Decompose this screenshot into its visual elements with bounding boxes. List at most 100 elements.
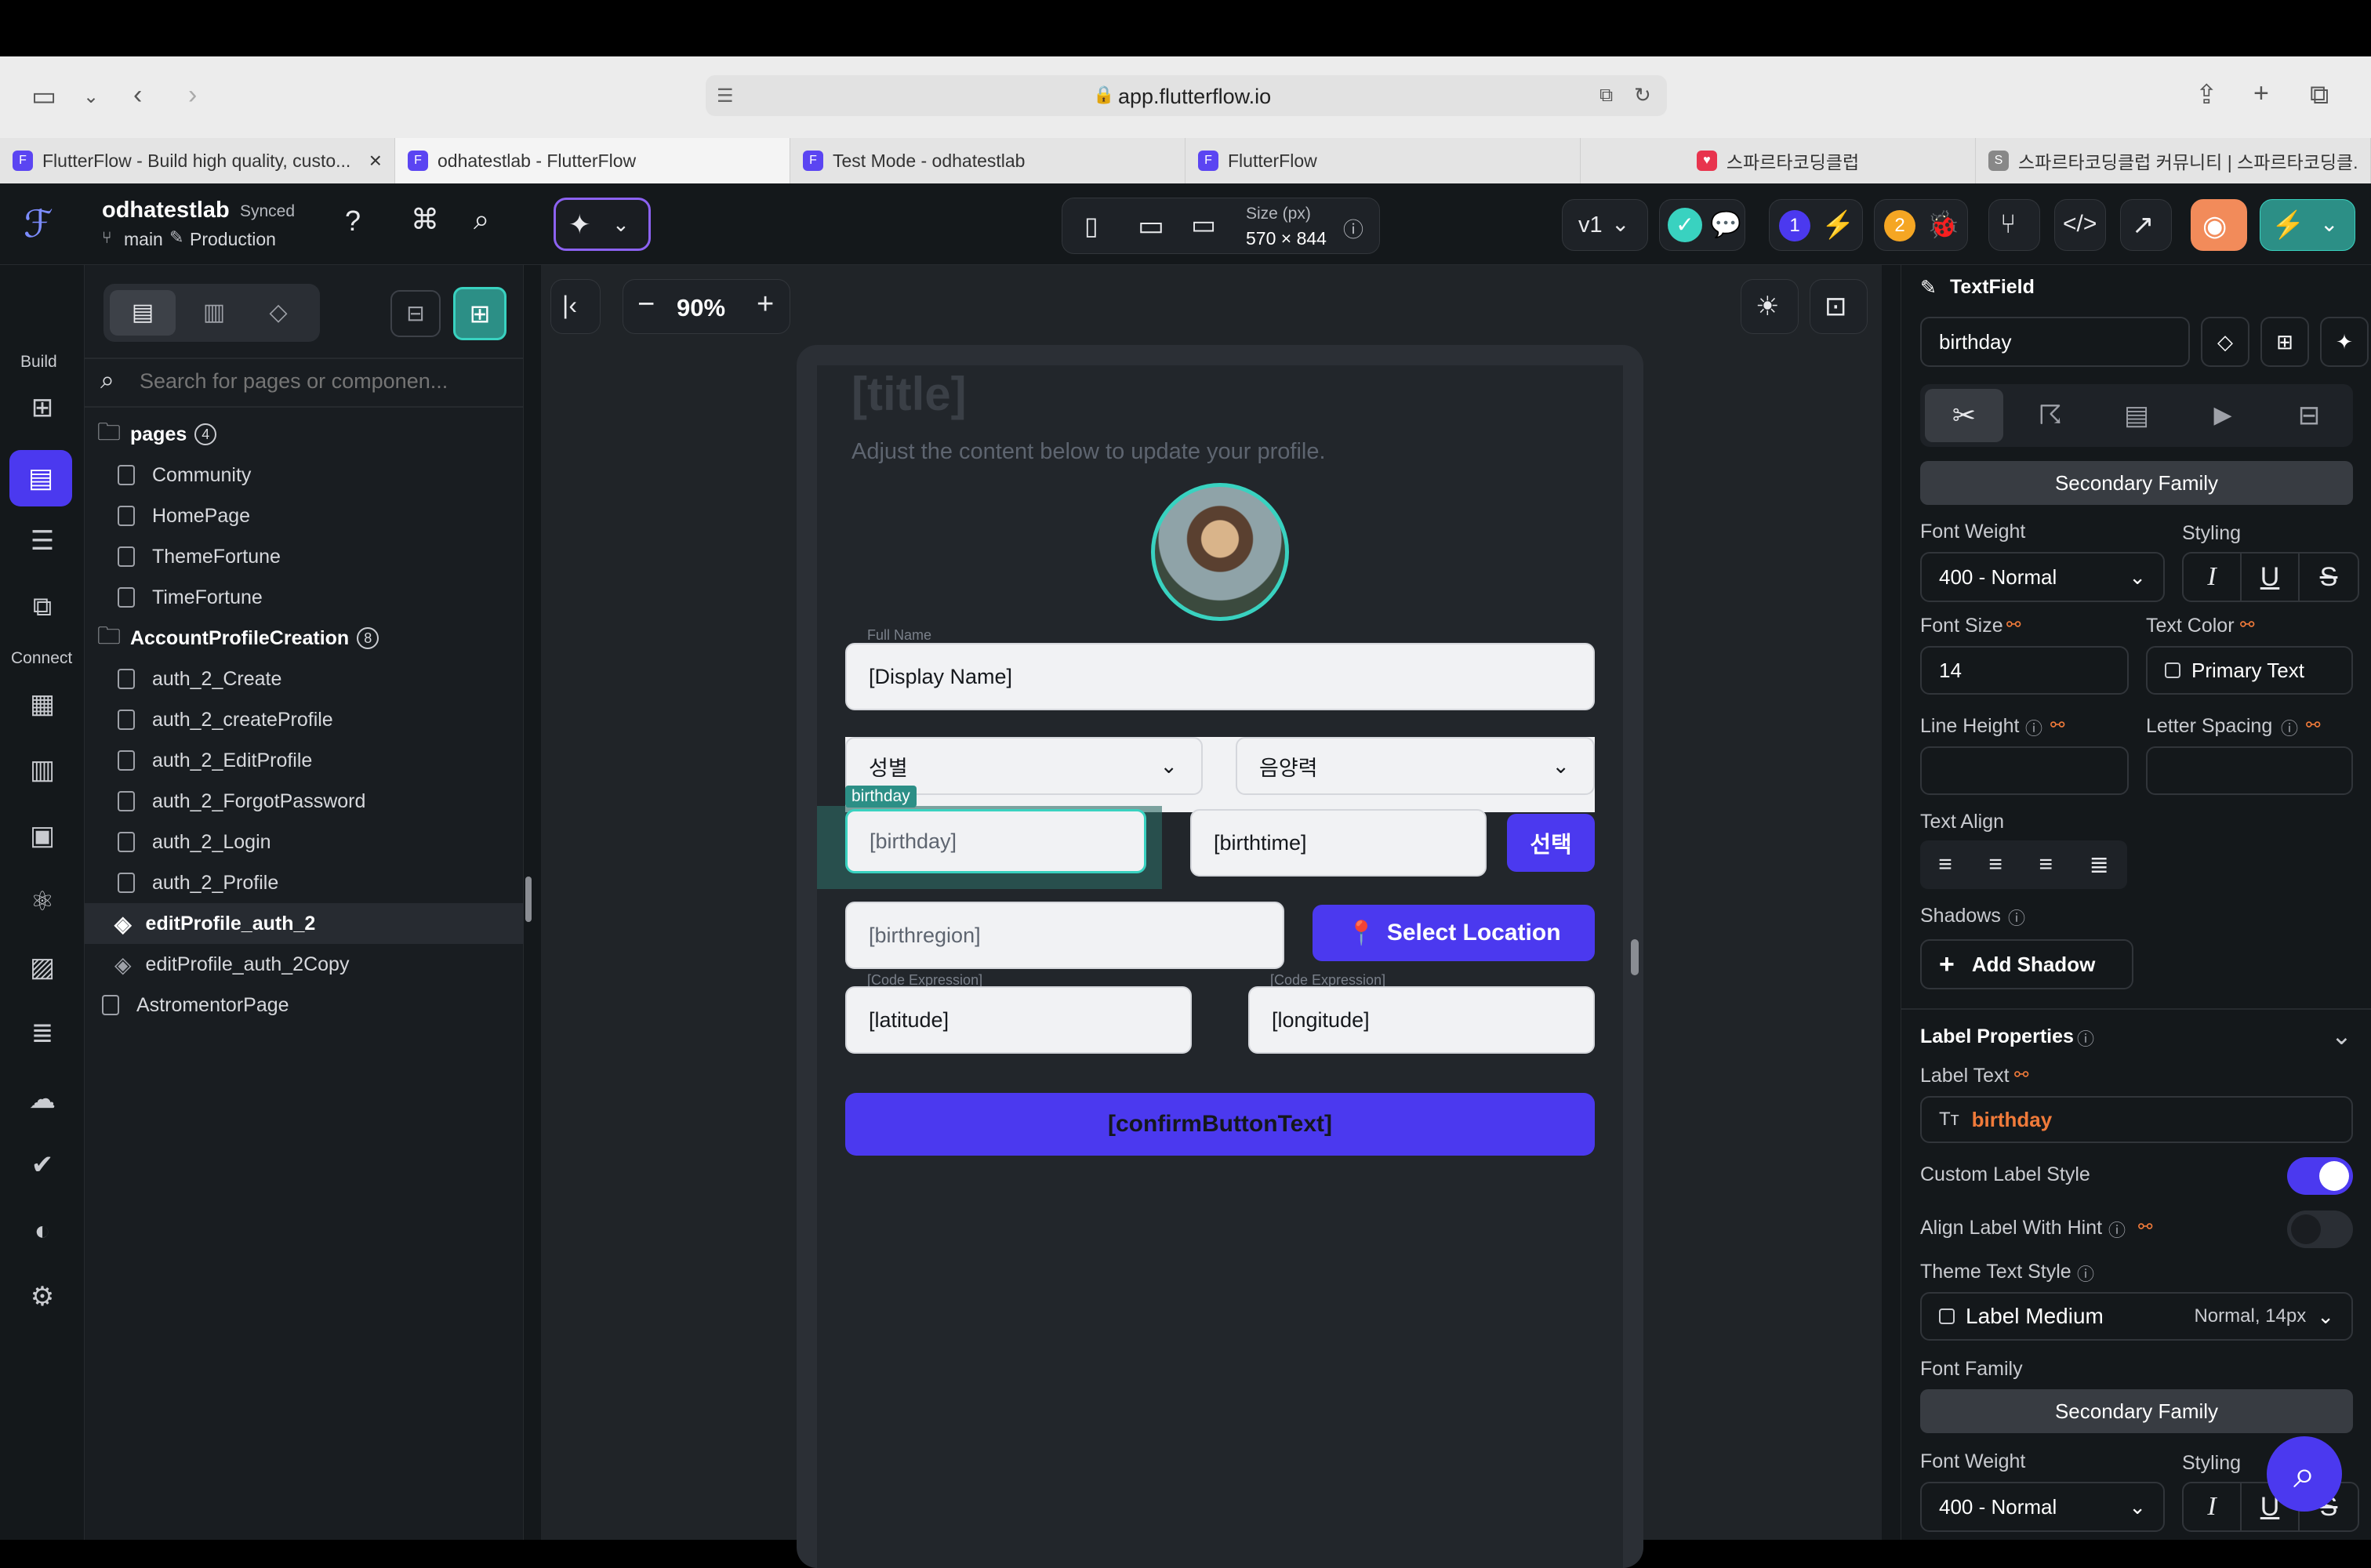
info-icon[interactable]: ⓘ <box>1343 214 1363 243</box>
birthtime-field[interactable]: [birthtime] <box>1190 809 1487 877</box>
page-settings-icon[interactable]: ☰ <box>717 85 734 107</box>
badge-one[interactable]: 1 <box>1779 210 1810 241</box>
align-left-icon[interactable]: ≡ <box>1938 851 1952 878</box>
pages-folder[interactable]: 🗀 pages 4 <box>85 414 524 455</box>
page-item[interactable]: AstromentorPage <box>85 985 524 1025</box>
preview-button[interactable]: ◉ <box>2191 199 2247 251</box>
flutterflow-logo-icon[interactable]: ℱ <box>24 202 53 246</box>
close-tab-icon[interactable]: × <box>369 148 382 173</box>
chevron-down-icon[interactable]: ⌄ <box>2331 1021 2352 1051</box>
search-icon[interactable]: ⌕ <box>474 205 489 234</box>
variable-icon[interactable]: ⚯ <box>2050 715 2064 735</box>
widget-tree-icon[interactable]: ☰ <box>24 522 61 560</box>
page-item[interactable]: HomePage <box>85 495 524 536</box>
align-label-hint-toggle[interactable] <box>2287 1210 2353 1248</box>
code-button[interactable]: </> <box>2054 199 2106 251</box>
page-search-input[interactable] <box>140 362 508 400</box>
variable-icon[interactable]: ⚯ <box>2014 1065 2028 1085</box>
firestore-icon[interactable]: ▦ <box>24 685 61 723</box>
confirm-button[interactable]: [confirmButtonText] <box>845 1093 1595 1156</box>
logs-icon[interactable]: ≣ <box>24 1014 61 1052</box>
settings-icon[interactable]: ⚙ <box>24 1278 61 1316</box>
select-location-button[interactable]: 📍 Select Location <box>1313 905 1595 961</box>
page-item[interactable]: auth_2_Profile <box>85 862 524 903</box>
comments-icon[interactable]: 💬 <box>1710 209 1741 239</box>
browser-tab[interactable]: F FlutterFlow - Build high quality, cust… <box>0 138 395 183</box>
zoom-in-icon[interactable]: + <box>757 288 774 321</box>
media-assets-icon[interactable]: ▨ <box>24 949 61 986</box>
back-icon[interactable]: ‹ <box>133 82 142 108</box>
longitude-field[interactable]: [longitude] <box>1248 986 1595 1054</box>
components-tab-icon[interactable]: ▥ <box>187 290 241 336</box>
pages-tab-icon[interactable]: ▤ <box>110 290 176 336</box>
theme-text-style-select[interactable]: Label Medium Normal, 14px ⌄ <box>1920 1292 2353 1341</box>
actions-tab-icon[interactable]: ☈ <box>2011 389 2090 442</box>
italic-icon[interactable]: I <box>2184 1483 2242 1530</box>
desktop-icon[interactable]: ▭ <box>1191 209 1216 241</box>
info-icon[interactable]: ⓘ <box>2008 905 2025 930</box>
notes-tab-icon[interactable]: ⊟ <box>2270 389 2348 442</box>
new-folder-icon[interactable]: ⊟ <box>390 290 441 337</box>
panel-scrollbar[interactable] <box>525 877 532 922</box>
tab-overview-icon[interactable]: ⧉ <box>2310 82 2329 108</box>
browser-tab[interactable]: ♥ 스파르타코딩클럽 <box>1581 138 1976 183</box>
page-item[interactable]: auth_2_Login <box>85 822 524 862</box>
branching-button[interactable]: ⑂ <box>1988 199 2040 251</box>
theme-icon[interactable]: ◐ <box>24 1212 61 1250</box>
add-component-button[interactable]: ⊞ <box>2260 317 2309 367</box>
page-item[interactable]: auth_2_createProfile <box>85 699 524 740</box>
page-item[interactable]: TimeFortune <box>85 577 524 618</box>
data-types-icon[interactable]: ▥ <box>24 751 61 789</box>
page-item[interactable]: ThemeFortune <box>85 536 524 577</box>
cloud-functions-icon[interactable]: ☁ <box>24 1080 61 1118</box>
page-item[interactable]: Community <box>85 455 524 495</box>
info-icon[interactable]: ⓘ <box>2077 1025 2094 1051</box>
custom-code-icon[interactable]: ⚛ <box>24 883 61 920</box>
line-height-input[interactable] <box>1920 746 2129 795</box>
tests-icon[interactable]: ✔ <box>24 1146 61 1184</box>
library-button[interactable]: ◇ <box>2201 317 2249 367</box>
support-search-icon[interactable]: ⌕ <box>2267 1436 2342 1512</box>
storyboard-icon[interactable]: ⧉ <box>24 588 61 626</box>
latitude-field[interactable]: [latitude] <box>845 986 1192 1054</box>
font-family-button-2[interactable]: Secondary Family <box>1920 1389 2353 1433</box>
properties-tab-icon[interactable]: ✂ <box>1925 389 2003 442</box>
font-weight-select-2[interactable]: 400 - Normal ⌄ <box>1920 1482 2165 1532</box>
command-icon[interactable]: ⌘ <box>411 205 439 234</box>
size-value[interactable]: 570 × 844 <box>1246 228 1327 249</box>
info-icon[interactable]: ⓘ <box>2025 715 2042 740</box>
align-right-icon[interactable]: ≡ <box>2039 851 2053 878</box>
account-folder[interactable]: 🗀 AccountProfileCreation 8 <box>85 618 524 659</box>
underline-icon[interactable]: U <box>2242 554 2300 601</box>
pages-icon[interactable]: ▤ <box>9 450 72 506</box>
project-name[interactable]: odhatestlab <box>102 198 230 223</box>
canvas-settings-button[interactable]: ⊡ <box>1810 279 1868 334</box>
app-state-icon[interactable]: ▣ <box>24 817 61 855</box>
variable-icon[interactable]: ⚯ <box>2006 615 2021 635</box>
page-item-selected[interactable]: ◈ editProfile_auth_2 <box>85 903 524 944</box>
branch-name[interactable]: main <box>124 229 163 250</box>
forward-icon[interactable]: › <box>188 82 197 108</box>
add-shadow-button[interactable]: + Add Shadow <box>1920 939 2133 989</box>
page-item[interactable]: auth_2_Create <box>85 659 524 699</box>
strikethrough-icon[interactable]: S <box>2300 554 2358 601</box>
zoom-level[interactable]: 90% <box>677 294 725 322</box>
italic-icon[interactable]: I <box>2184 554 2242 601</box>
select-button[interactable]: 선택 <box>1507 814 1595 872</box>
info-icon[interactable]: ⓘ <box>2108 1217 2126 1242</box>
page-item[interactable]: auth_2_EditProfile <box>85 740 524 781</box>
add-page-icon[interactable]: ⊞ <box>453 287 507 340</box>
page-subtitle[interactable]: Adjust the content below to update your … <box>851 439 1326 465</box>
label-text-input[interactable]: Tт birthday <box>1920 1096 2353 1143</box>
variable-icon[interactable]: ⚯ <box>2138 1217 2152 1237</box>
variable-icon[interactable]: ⚯ <box>2240 615 2254 635</box>
environment-name[interactable]: Production <box>190 229 276 250</box>
bug-icon[interactable]: 🐞 <box>1926 209 1959 241</box>
library-tab-icon[interactable]: ◇ <box>251 290 306 336</box>
browser-tab[interactable]: F odhatestlab - FlutterFlow <box>395 138 790 183</box>
avatar[interactable] <box>1151 483 1289 621</box>
address-bar[interactable]: ☰ 🔒 app.flutterflow.io ⧉ ↻ <box>706 75 1667 116</box>
check-icon[interactable]: ✓ <box>1668 208 1702 242</box>
help-icon[interactable]: ? <box>345 207 361 235</box>
info-icon[interactable]: ⓘ <box>2077 1261 2094 1286</box>
